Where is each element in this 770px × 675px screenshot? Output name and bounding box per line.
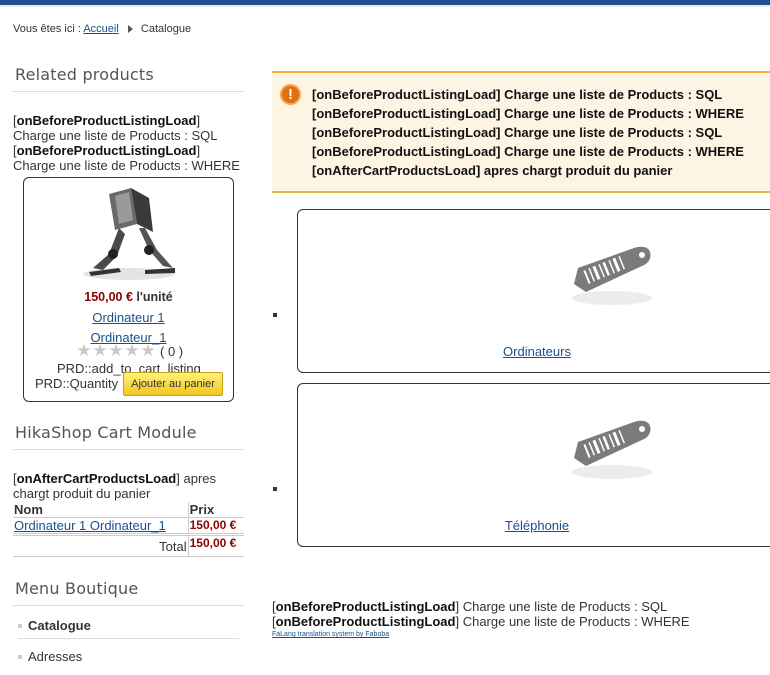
star-icon[interactable]: ★ xyxy=(92,342,108,359)
product-price: 150,00 € l'unité xyxy=(84,290,173,304)
product-image[interactable] xyxy=(79,184,178,284)
cart-col-price: Prix xyxy=(187,502,244,518)
related-debug: [onBeforeProductListingLoad] Charge une … xyxy=(13,113,244,173)
rating-count: ( 0 ) xyxy=(160,344,184,359)
category-link-ordinateurs[interactable]: Ordinateurs xyxy=(298,344,770,359)
menu-title: Menu Boutique xyxy=(13,576,244,606)
add-to-cart-button[interactable]: Ajouter au panier xyxy=(123,372,223,396)
warning-line: [onBeforeProductListingLoad] Charge une … xyxy=(312,87,723,102)
cart-table: Nom Prix Ordinateur 1 Ordinateur_1 150,0… xyxy=(13,502,244,557)
cart-col-name: Nom xyxy=(13,502,189,518)
cart-item-link[interactable]: Ordinateur 1 Ordinateur_1 xyxy=(14,518,166,533)
warning-line: [onBeforeProductListingLoad] Charge une … xyxy=(312,144,744,159)
category-list: Ordinateurs Téléphonie xyxy=(272,209,770,557)
price-tag-icon[interactable] xyxy=(568,240,658,310)
cart-item-price: 150,00 € xyxy=(187,517,244,536)
cart-total-price: 150,00 € xyxy=(187,534,244,557)
star-icon[interactable]: ★ xyxy=(140,342,156,359)
falang-credit-link[interactable]: FaLang translation system by Faboba xyxy=(272,631,770,638)
product-name-link[interactable]: Ordinateur 1 xyxy=(24,310,233,325)
star-icon[interactable]: ★ xyxy=(124,342,140,359)
rating-stars[interactable]: ★★★★★( 0 ) xyxy=(76,342,184,359)
debug-line: [onBeforeProductListingLoad] Charge une … xyxy=(13,113,218,143)
category-link-telephonie[interactable]: Téléphonie xyxy=(298,518,770,533)
price-tag-icon[interactable] xyxy=(568,414,658,484)
left-sidebar: Related products [onBeforeProductListing… xyxy=(13,62,244,669)
warning-icon: ! xyxy=(280,84,301,105)
cart-module-title: HikaShop Cart Module xyxy=(13,420,244,450)
cart-row: Ordinateur 1 Ordinateur_1 150,00 € xyxy=(13,517,244,536)
menu-item-adresses[interactable]: Adresses xyxy=(18,639,239,669)
top-divider xyxy=(0,5,770,7)
breadcrumb-current: Catalogue xyxy=(140,23,192,35)
bottom-debug: [onBeforeProductListingLoad] Charge une … xyxy=(272,599,770,638)
cart-total-label: Total xyxy=(13,534,189,557)
debug-line: [onBeforeProductListingLoad] Charge une … xyxy=(13,143,240,173)
breadcrumb-home-link[interactable]: Accueil xyxy=(83,23,118,35)
warning-line: [onBeforeProductListingLoad] Charge une … xyxy=(312,106,744,121)
category-card-ordinateurs[interactable]: Ordinateurs xyxy=(297,209,770,373)
cart-debug: [onAfterCartProductsLoad] apres chargt p… xyxy=(13,471,217,501)
breadcrumb: Vous êtes ici : Accueil Catalogue xyxy=(13,23,191,35)
star-icon[interactable]: ★ xyxy=(108,342,124,359)
debug-line: [onBeforeProductListingLoad] Charge une … xyxy=(272,599,668,614)
related-product-card: 150,00 € l'unité Ordinateur 1 Ordinateur… xyxy=(23,177,234,402)
related-products-title: Related products xyxy=(13,62,244,92)
quantity-tag: PRD::Quantity xyxy=(35,376,119,391)
warning-line: [onAfterCartProductsLoad] apres chargt p… xyxy=(312,163,673,178)
bullet-icon xyxy=(18,623,22,628)
cart-total-row: Total 150,00 € xyxy=(13,534,244,557)
warning-message: ! [onBeforeProductListingLoad] Charge un… xyxy=(272,71,770,193)
bullet-icon xyxy=(18,654,22,659)
bullet-icon xyxy=(273,313,277,317)
breadcrumb-arrow-icon xyxy=(127,25,133,33)
bullet-icon xyxy=(273,487,277,491)
star-icon[interactable]: ★ xyxy=(76,342,92,359)
debug-line: [onBeforeProductListingLoad] Charge une … xyxy=(272,614,690,629)
warning-line: [onBeforeProductListingLoad] Charge une … xyxy=(312,125,723,140)
menu-item-catalogue[interactable]: Catalogue xyxy=(18,606,239,639)
list-item: Ordinateurs xyxy=(272,209,770,383)
breadcrumb-prefix: Vous êtes ici : xyxy=(13,23,81,35)
category-card-telephonie[interactable]: Téléphonie xyxy=(297,383,770,547)
main-content: ! [onBeforeProductListingLoad] Charge un… xyxy=(272,71,770,557)
list-item: Téléphonie xyxy=(272,383,770,557)
